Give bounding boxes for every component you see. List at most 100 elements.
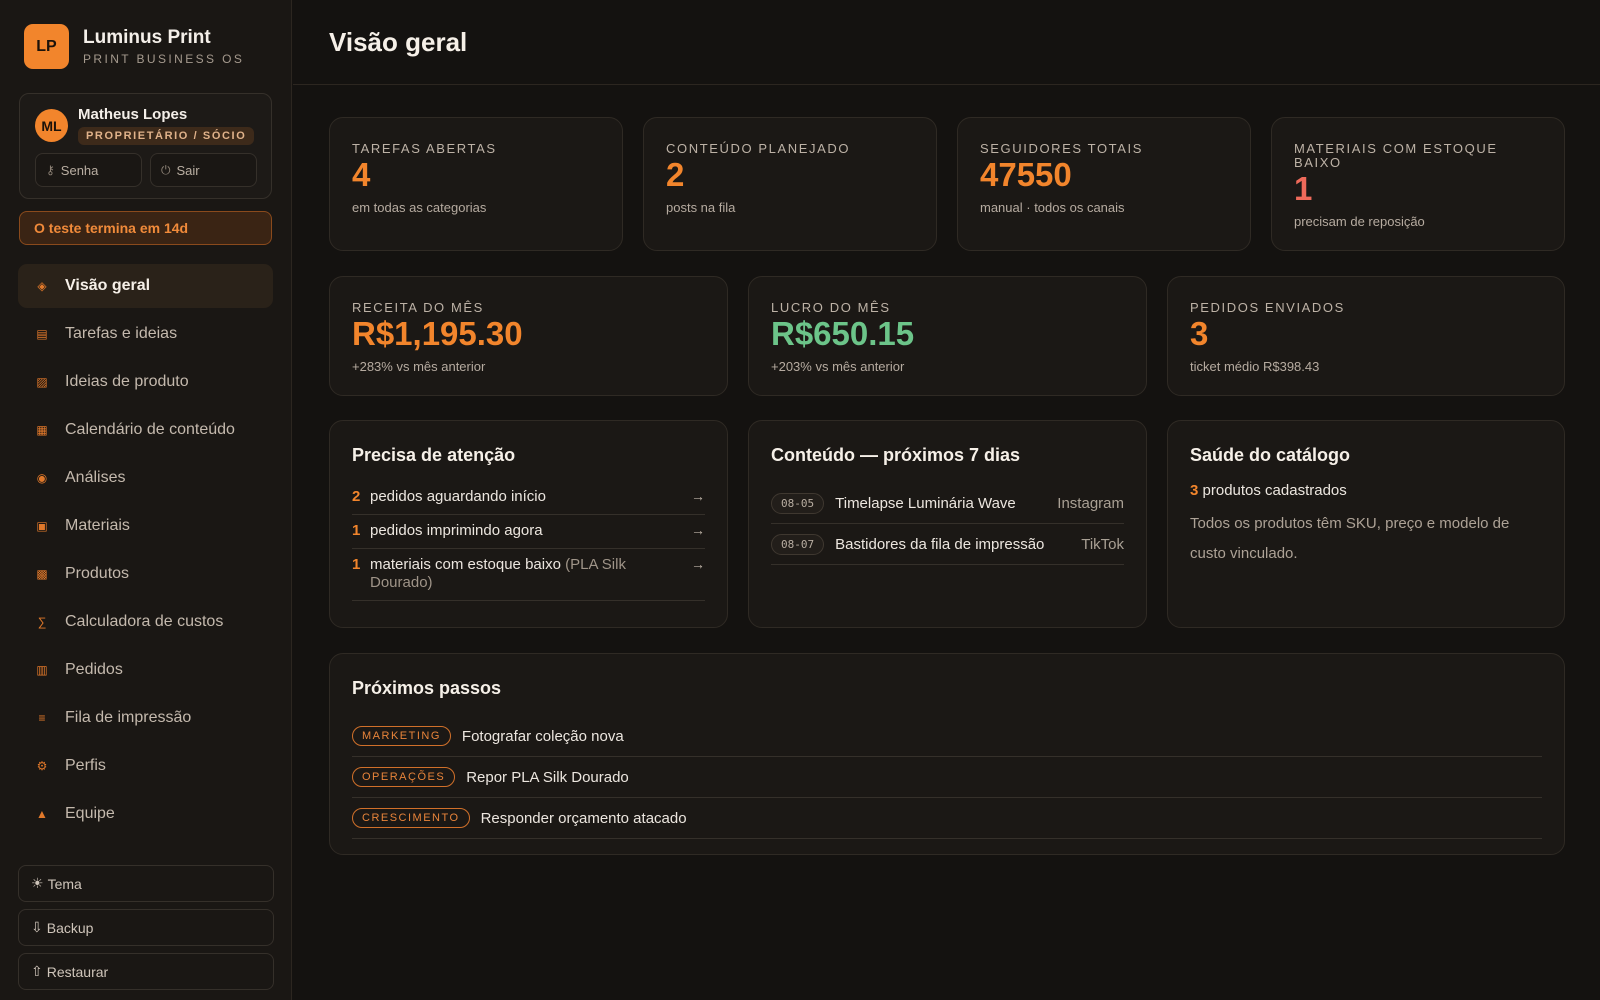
analytics-icon: ◉: [36, 471, 48, 485]
sidebar-item-label: Análises: [65, 469, 126, 486]
stat-card-orders-shipped[interactable]: PEDIDOS ENVIADOS 3 ticket médio R$398.43: [1167, 276, 1565, 396]
attention-count: 2: [352, 488, 361, 505]
next-steps-list: MARKETING Fotografar coleção nova OPERAÇ…: [352, 716, 1542, 839]
stat-value: R$1,195.30: [352, 315, 523, 352]
next-step-text: Fotografar coleção nova: [461, 727, 624, 745]
sidebar-item-analises[interactable]: ◉ Análises: [18, 456, 273, 500]
content-channel: TikTok: [1081, 535, 1124, 553]
tasks-icon: ▤: [36, 327, 48, 341]
avatar: ML: [35, 109, 68, 142]
stat-sub: precisam de reposição: [1294, 214, 1425, 229]
sidebar-item-visao-geral[interactable]: ◈ Visão geral: [18, 264, 273, 308]
stat-card-planned-content[interactable]: CONTEÚDO PLANEJADO 2 posts na fila: [643, 117, 937, 251]
content-list: 08-05 Timelapse Luminária Wave Instagram…: [771, 483, 1124, 565]
catalog-count-label: produtos cadastrados: [1202, 482, 1347, 499]
stat-label: MATERIAIS COM ESTOQUE BAIXO: [1294, 141, 1498, 170]
panel-title: Precisa de atenção: [352, 445, 516, 465]
stat-card-revenue[interactable]: RECEITA DO MÊS R$1,195.30 +283% vs mês a…: [329, 276, 728, 396]
stat-value: 4: [352, 156, 371, 193]
stat-label: SEGUIDORES TOTAIS: [980, 141, 1144, 156]
stat-value: 47550: [980, 156, 1072, 193]
attention-item[interactable]: 1 pedidos imprimindo agora →: [352, 515, 705, 549]
team-icon: ▲: [36, 807, 48, 821]
arrow-right-icon: →: [691, 556, 705, 572]
attention-panel: Precisa de atenção 2 pedidos aguardando …: [329, 420, 728, 628]
sidebar-item-label: Calculadora de custos: [65, 613, 224, 630]
catalog-panel: Saúde do catálogo 3 produtos cadastrados…: [1167, 420, 1565, 628]
content-channel: Instagram: [1057, 494, 1124, 512]
upload-icon: ⇧: [31, 963, 43, 979]
brand-name: Luminus Print: [83, 27, 211, 48]
sidebar-nav: ◈ Visão geral ▤ Tarefas e ideias ▨ Ideia…: [18, 264, 273, 840]
sidebar-item-label: Perfis: [65, 757, 106, 774]
stat-card-open-tasks[interactable]: TAREFAS ABERTAS 4 em todas as categorias: [329, 117, 623, 251]
orders-icon: ▥: [36, 663, 48, 677]
sidebar-item-pedidos[interactable]: ▥ Pedidos: [18, 648, 273, 692]
date-pill: 08-07: [771, 533, 825, 555]
stat-card-profit[interactable]: LUCRO DO MÊS R$650.15 +203% vs mês anter…: [748, 276, 1147, 396]
sidebar-item-materiais[interactable]: ▣ Materiais: [18, 504, 273, 548]
arrow-right-icon: →: [691, 522, 705, 538]
stat-label: CONTEÚDO PLANEJADO: [666, 141, 851, 156]
user-name: Matheus Lopes: [78, 106, 188, 123]
main-content: Visão geral TAREFAS ABERTAS 4 em todas a…: [293, 0, 1600, 1000]
attention-count: 1: [352, 522, 361, 539]
backup-button[interactable]: ⇩ Backup: [18, 909, 274, 946]
logout-button[interactable]: ⏻ Sair: [150, 153, 257, 187]
sidebar-item-label: Produtos: [65, 565, 130, 582]
stat-value: 3: [1190, 315, 1209, 352]
stat-sub: +283% vs mês anterior: [352, 359, 486, 374]
password-label: Senha: [60, 162, 99, 178]
trial-banner[interactable]: O teste termina em 14d: [19, 211, 272, 245]
download-icon: ⇩: [31, 919, 43, 935]
sidebar-item-calculadora[interactable]: ∑ Calculadora de custos: [18, 600, 273, 644]
user-card: ML Matheus Lopes PROPRIETÁRIO / SÓCIO ⚷ …: [19, 93, 272, 199]
content-title: Timelapse Luminária Wave: [835, 494, 1016, 512]
sidebar-item-ideias-produto[interactable]: ▨ Ideias de produto: [18, 360, 273, 404]
backup-label: Backup: [46, 919, 94, 936]
next-step-item[interactable]: MARKETING Fotografar coleção nova: [352, 716, 1542, 757]
key-icon: ⚷: [46, 163, 55, 177]
stat-card-low-stock[interactable]: MATERIAIS COM ESTOQUE BAIXO 1 precisam d…: [1271, 117, 1565, 251]
sidebar-item-calendario[interactable]: ▦ Calendário de conteúdo: [18, 408, 273, 452]
queue-icon: ≡: [38, 711, 46, 725]
stat-card-followers[interactable]: SEGUIDORES TOTAIS 47550 manual · todos o…: [957, 117, 1251, 251]
sidebar-item-equipe[interactable]: ▲ Equipe: [18, 792, 273, 836]
stat-value: 2: [666, 156, 685, 193]
sidebar-item-tarefas[interactable]: ▤ Tarefas e ideias: [18, 312, 273, 356]
stat-sub: +203% vs mês anterior: [771, 359, 905, 374]
attention-item[interactable]: 2 pedidos aguardando início →: [352, 481, 705, 515]
stat-value: R$650.15: [771, 315, 915, 352]
restore-button[interactable]: ⇧ Restaurar: [18, 953, 274, 990]
stat-sub: ticket médio R$398.43: [1190, 359, 1320, 374]
attention-list: 2 pedidos aguardando início → 1 pedidos …: [352, 481, 705, 601]
content-title: Bastidores da fila de impressão: [835, 535, 1045, 553]
catalog-count: 3 produtos cadastrados: [1190, 482, 1347, 499]
power-icon: ⏻: [161, 162, 171, 177]
next-step-text: Repor PLA Silk Dourado: [466, 768, 629, 786]
next-step-item[interactable]: OPERAÇÕES Repor PLA Silk Dourado: [352, 757, 1542, 798]
brand-subtitle: PRINT BUSINESS OS: [83, 52, 245, 66]
category-tag: MARKETING: [352, 726, 451, 746]
stat-sub: posts na fila: [666, 200, 736, 215]
stat-value: 1: [1294, 170, 1313, 207]
attention-item[interactable]: 1 materiais com estoque baixo (PLA Silk …: [352, 549, 705, 601]
sidebar-item-fila[interactable]: ≡ Fila de impressão: [18, 696, 273, 740]
products-icon: ▩: [36, 567, 48, 581]
sidebar-item-produtos[interactable]: ▩ Produtos: [18, 552, 273, 596]
sigma-icon: ∑: [37, 615, 47, 629]
content-item[interactable]: 08-07 Bastidores da fila de impressão Ti…: [771, 524, 1124, 565]
sidebar-item-perfis[interactable]: ⚙ Perfis: [18, 744, 273, 788]
sidebar-item-label: Ideias de produto: [65, 373, 189, 390]
password-button[interactable]: ⚷ Senha: [35, 153, 142, 187]
diamond-icon: ◈: [37, 279, 47, 293]
theme-button[interactable]: ☀ Tema: [18, 865, 274, 902]
stat-sub: manual · todos os canais: [980, 200, 1125, 215]
restore-label: Restaurar: [46, 963, 109, 980]
brand[interactable]: LP Luminus Print PRINT BUSINESS OS: [24, 24, 244, 69]
content-item[interactable]: 08-05 Timelapse Luminária Wave Instagram: [771, 483, 1124, 524]
calendar-icon: ▦: [36, 423, 48, 437]
next-step-item[interactable]: CRESCIMENTO Responder orçamento atacado: [352, 798, 1542, 839]
stat-label: TAREFAS ABERTAS: [352, 141, 497, 156]
logout-label: Sair: [176, 162, 200, 178]
